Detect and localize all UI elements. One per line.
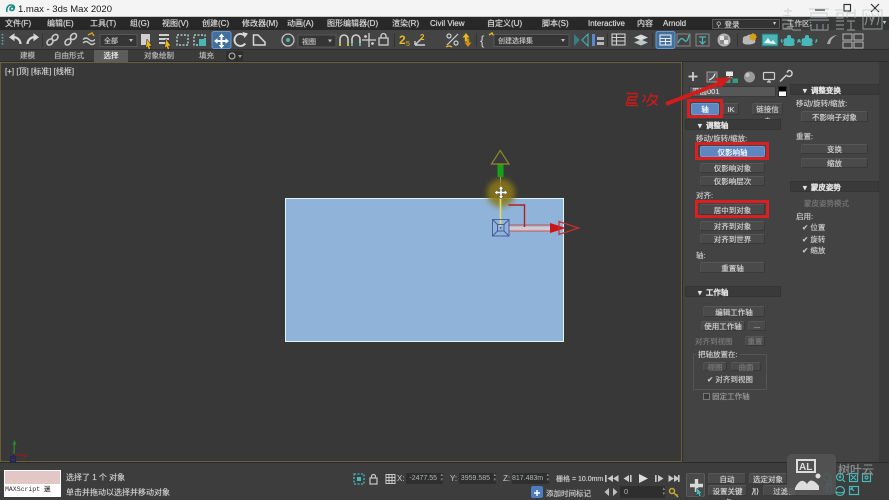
svg-text:{: { <box>480 33 485 48</box>
svg-text:2: 2 <box>399 33 406 47</box>
svg-text:5: 5 <box>406 41 410 48</box>
svg-text:AL: AL <box>799 462 812 473</box>
svg-text:2: 2 <box>420 33 425 42</box>
